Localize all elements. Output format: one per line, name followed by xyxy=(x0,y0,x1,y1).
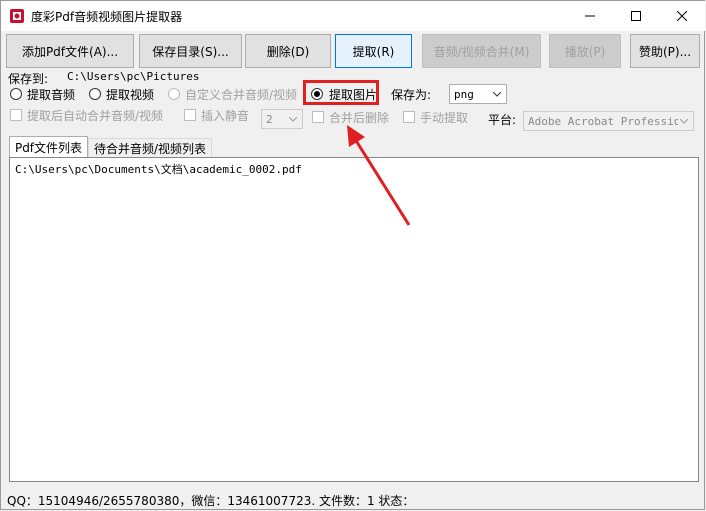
list-item[interactable]: C:\Users\pc\Documents\文档\academic_0002.p… xyxy=(15,161,302,177)
app-window: 度彩Pdf音频视频图片提取器 添加Pdf文件(A)... 保存目录(S)... … xyxy=(0,0,705,510)
status-bar: QQ：15104946/2655780380，微信：13461007723. 文… xyxy=(1,489,705,510)
custom-merge-label: 自定义合并音频/视频 xyxy=(185,88,298,102)
maximize-button[interactable] xyxy=(613,1,659,31)
save-directory-button[interactable]: 保存目录(S)... xyxy=(139,34,242,68)
status-text: QQ：15104946/2655780380，微信：13461007723. 文… xyxy=(7,494,415,508)
save-to-path: C:\Users\pc\Pictures xyxy=(67,70,200,83)
chevron-down-icon xyxy=(490,86,504,102)
add-pdf-button[interactable]: 添加Pdf文件(A)... xyxy=(6,34,134,68)
minimize-button[interactable] xyxy=(567,1,613,31)
extract-audio-label: 提取音频 xyxy=(27,88,76,102)
minimize-icon xyxy=(585,15,595,17)
delete-button[interactable]: 删除(D) xyxy=(245,34,331,68)
annotation-arrow xyxy=(347,125,411,226)
tab-pdf-list[interactable]: Pdf文件列表 xyxy=(9,136,88,158)
tab-merge-list[interactable]: 待合并音频/视频列表 xyxy=(88,138,212,158)
save-as-value: png xyxy=(454,87,474,101)
auto-merge-label: 提取后自动合并音频/视频 xyxy=(27,109,164,123)
platform-value: Adobe Acrobat Professional xyxy=(528,114,678,128)
donate-button[interactable]: 赞助(P)... xyxy=(630,34,700,68)
silence-value: 2 xyxy=(266,112,273,126)
close-button[interactable] xyxy=(659,1,705,31)
chevron-down-icon xyxy=(286,111,300,127)
merge-av-button[interactable]: 音频/视频合并(M) xyxy=(422,34,541,68)
silence-select[interactable]: 2 xyxy=(261,109,303,129)
chevron-down-icon xyxy=(677,113,691,129)
title-bar: 度彩Pdf音频视频图片提取器 xyxy=(1,1,705,31)
insert-silence-label: 插入静音 xyxy=(201,109,250,123)
play-button[interactable]: 播放(P) xyxy=(549,34,621,68)
save-to-label: 保存到: xyxy=(8,72,49,86)
insert-silence-checkbox[interactable] xyxy=(184,109,196,121)
extract-video-radio[interactable] xyxy=(89,88,101,100)
delete-after-merge-checkbox[interactable] xyxy=(312,111,324,123)
close-icon xyxy=(677,11,687,21)
app-icon xyxy=(10,9,24,23)
maximize-icon xyxy=(631,11,641,21)
window-title: 度彩Pdf音频视频图片提取器 xyxy=(31,10,183,24)
extract-audio-radio[interactable] xyxy=(10,88,22,100)
save-as-label: 保存为: xyxy=(391,88,432,102)
manual-extract-label: 手动提取 xyxy=(420,111,469,125)
extract-button[interactable]: 提取(R) xyxy=(335,34,412,68)
custom-merge-radio[interactable] xyxy=(168,88,180,100)
platform-select[interactable]: Adobe Acrobat Professional xyxy=(523,111,694,131)
highlight-box xyxy=(303,80,379,105)
platform-label: 平台: xyxy=(488,113,517,127)
extract-video-label: 提取视频 xyxy=(106,88,155,102)
auto-merge-checkbox[interactable] xyxy=(10,109,22,121)
save-as-select[interactable]: png xyxy=(449,84,507,104)
